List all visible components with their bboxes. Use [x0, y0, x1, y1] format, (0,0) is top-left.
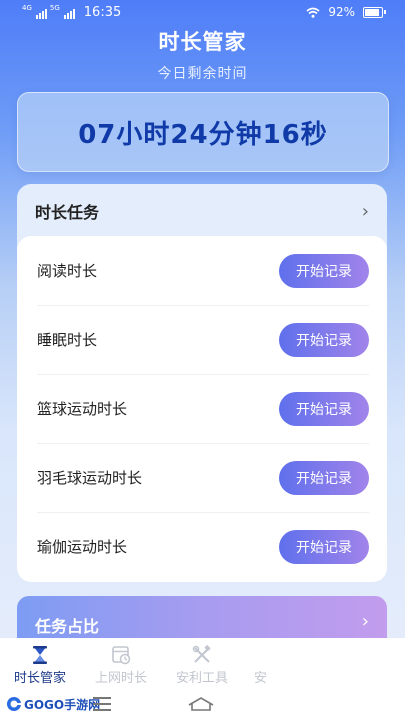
nav-item-online-duration[interactable]: 上网时长	[76, 638, 166, 688]
task-row-basketball: 篮球运动时长 开始记录	[37, 374, 369, 444]
bottom-nav: 时长管家 上网时长 安利工具 安	[0, 638, 405, 688]
chevron-right-icon[interactable]: ›	[362, 611, 369, 632]
chevron-right-icon[interactable]: ›	[362, 201, 369, 222]
tools-icon	[192, 644, 211, 663]
start-record-button[interactable]: 开始记录	[279, 391, 369, 426]
nav-label: 时长管家	[13, 671, 66, 686]
network-type-2: 5G	[49, 4, 60, 12]
task-row-badminton: 羽毛球运动时长 开始记录	[37, 443, 369, 513]
signal-icon-2	[63, 7, 75, 19]
task-label: 睡眠时长	[37, 331, 98, 349]
start-record-button[interactable]: 开始记录	[279, 529, 369, 564]
tasks-header[interactable]: 时长任务 ›	[17, 184, 387, 238]
menu-icon[interactable]	[93, 697, 111, 711]
page-title: 时长管家	[158, 30, 247, 54]
remaining-time-value: 07小时24分钟16秒	[78, 119, 328, 150]
battery-icon	[363, 6, 386, 18]
tasks-list: 阅读时长 开始记录 睡眠时长 开始记录 篮球运动时长 开始记录 羽毛球运动时长 …	[17, 236, 387, 582]
status-right: 92%	[306, 5, 386, 19]
task-row-reading: 阅读时长 开始记录	[37, 236, 369, 306]
battery-percent: 92%	[328, 5, 355, 19]
status-left: 4G 5G 16:35	[22, 4, 122, 21]
start-record-button[interactable]: 开始记录	[279, 253, 369, 288]
network-type-1: 4G	[22, 4, 32, 12]
system-nav-bar: GOGO手游网	[0, 688, 405, 720]
home-icon[interactable]	[186, 694, 216, 714]
start-record-button[interactable]: 开始记录	[279, 460, 369, 495]
task-ratio-title: 任务占比	[35, 617, 100, 636]
start-record-button[interactable]: 开始记录	[279, 322, 369, 357]
clock-calendar-icon	[112, 646, 131, 665]
nav-item-more[interactable]: 安	[238, 638, 278, 688]
nav-label: 安利工具	[175, 671, 228, 686]
task-label: 阅读时长	[37, 262, 98, 280]
tasks-card: 时长任务 › 阅读时长 开始记录 睡眠时长 开始记录 篮球运动时长 开始记录 羽…	[17, 184, 387, 582]
task-label: 瑜伽运动时长	[37, 538, 128, 556]
task-row-yoga: 瑜伽运动时长 开始记录	[37, 512, 369, 581]
task-row-sleep: 睡眠时长 开始记录	[37, 305, 369, 375]
status-time: 16:35	[83, 5, 122, 20]
nav-item-duration-manager[interactable]: 时长管家	[0, 638, 85, 688]
nav-label: 安	[254, 671, 268, 686]
signal-icon	[35, 7, 47, 19]
page-subtitle: 今日剩余时间	[157, 66, 248, 82]
logo-icon	[7, 697, 21, 711]
hourglass-icon	[33, 646, 47, 664]
nav-item-tools[interactable]: 安利工具	[157, 638, 247, 688]
watermark-text: GOGO手游网	[24, 697, 101, 712]
nav-label: 上网时长	[94, 671, 147, 686]
status-bar: 4G 5G 16:35 92%	[0, 0, 405, 24]
tasks-title: 时长任务	[35, 203, 100, 222]
task-label: 篮球运动时长	[37, 400, 128, 418]
wifi-icon	[306, 7, 320, 18]
watermark-logo: GOGO手游网	[6, 693, 100, 715]
task-label: 羽毛球运动时长	[37, 469, 143, 487]
remaining-time-card: 07小时24分钟16秒	[17, 92, 389, 172]
